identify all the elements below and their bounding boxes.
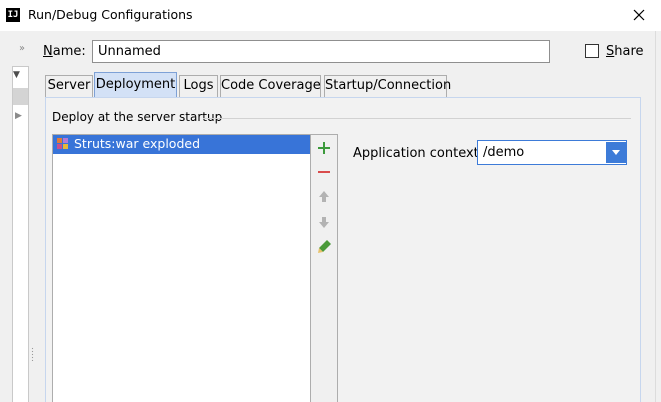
- window-edge: [655, 31, 656, 402]
- remove-icon: [318, 171, 330, 173]
- name-label-text: ame:: [52, 44, 86, 59]
- intellij-app-icon: IJ: [6, 8, 20, 22]
- artifact-label: Struts:war exploded: [74, 136, 201, 151]
- close-button[interactable]: [628, 4, 650, 26]
- deploy-group-title: Deploy at the server startup: [52, 110, 223, 124]
- name-input[interactable]: [92, 40, 550, 63]
- name-label: Name:: [43, 44, 86, 59]
- move-down-icon: [319, 217, 329, 228]
- move-down-button[interactable]: [314, 212, 334, 232]
- app-context-combo[interactable]: [477, 140, 627, 165]
- artifact-icon: [57, 138, 68, 149]
- share-label-text: hare: [614, 44, 644, 59]
- splitter-grip[interactable]: [31, 347, 34, 361]
- group-divider: [203, 118, 631, 119]
- tree-expand-icon[interactable]: ▶: [15, 111, 22, 121]
- tab-code-coverage[interactable]: Code Coverage: [220, 75, 321, 97]
- chevron-down-icon: [612, 150, 620, 155]
- remove-artifact-button[interactable]: [314, 162, 334, 182]
- app-context-input[interactable]: [478, 141, 604, 164]
- app-context-label: Application context:: [353, 146, 484, 161]
- tab-server[interactable]: Server: [45, 75, 93, 97]
- artifact-list[interactable]: [52, 134, 311, 402]
- share-checkbox[interactable]: [585, 44, 599, 58]
- window-title: Run/Debug Configurations: [28, 7, 193, 22]
- edit-artifact-button[interactable]: [314, 237, 334, 257]
- edit-icon: [318, 240, 331, 253]
- tree-selected-row[interactable]: [13, 88, 28, 105]
- tab-deployment[interactable]: Deployment: [94, 72, 177, 98]
- expand-panel-icon[interactable]: ››: [19, 43, 25, 54]
- tab-startup-connection[interactable]: Startup/Connection: [324, 75, 451, 97]
- app-context-dropdown-button[interactable]: [606, 142, 626, 163]
- artifact-list-item[interactable]: Struts:war exploded: [53, 135, 310, 154]
- add-artifact-button[interactable]: [314, 138, 334, 158]
- name-mnemonic: N: [43, 44, 53, 59]
- title-bar: IJ Run/Debug Configurations: [0, 0, 661, 31]
- close-icon: [633, 9, 645, 21]
- add-icon: [318, 142, 330, 154]
- move-up-button[interactable]: [314, 187, 334, 207]
- tree-collapse-icon[interactable]: ▼: [13, 70, 20, 80]
- share-label[interactable]: Share: [606, 44, 644, 59]
- tab-logs[interactable]: Logs: [179, 75, 218, 97]
- move-up-icon: [319, 191, 329, 202]
